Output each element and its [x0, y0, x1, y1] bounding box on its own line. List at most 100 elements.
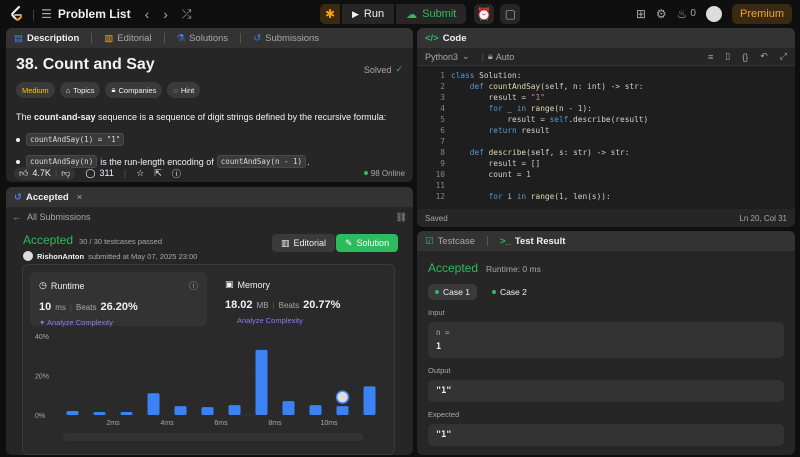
user-marker — [335, 390, 350, 404]
undo-icon[interactable]: ↶ — [760, 51, 768, 62]
avatar[interactable] — [705, 6, 722, 22]
cloud-upload-icon: ☁ — [406, 8, 418, 21]
divider: | — [272, 301, 275, 310]
chart-bar — [255, 349, 268, 415]
analyze-complexity-link[interactable]: Analyze Complexity — [237, 316, 387, 325]
tab-code[interactable]: </> Code — [425, 33, 467, 44]
braces-icon[interactable]: {} — [742, 52, 748, 62]
document-icon: ▤ — [14, 32, 23, 44]
submission-nav: ← All Submissions ⛓ — [6, 209, 413, 225]
shuffle-icon[interactable]: ⤮ — [182, 8, 192, 20]
hint-chip[interactable]: ◌ Hint — [167, 82, 201, 98]
fire-icon: ♨ — [676, 7, 688, 21]
like-button[interactable]: 👍︎ 4.7K | 👎︎ — [14, 166, 76, 180]
topics-chip[interactable]: ⌂ Topics — [59, 82, 101, 98]
tab-submissions[interactable]: ↺ Submissions — [253, 33, 319, 44]
tab-accepted[interactable]: ↺ Accepted × — [14, 192, 82, 203]
chart-bar — [336, 406, 349, 415]
check-circle-icon: ✓ — [395, 64, 403, 74]
next-problem-icon[interactable]: › — [163, 7, 168, 21]
star-icon[interactable]: ☆ — [136, 168, 144, 179]
divider: | — [54, 168, 58, 178]
analyze-complexity-link[interactable]: ✦ Analyze Complexity — [39, 318, 198, 327]
description-panel: ▤ Description ▥ Editorial ⚗ Solutions ↺ Subm… — [6, 28, 413, 182]
settings-icon[interactable]: ⚙ — [656, 8, 667, 20]
link-icon[interactable]: ⛓ — [396, 212, 407, 223]
output-box: "1" — [428, 380, 784, 402]
pass-dot — [435, 290, 439, 294]
list-icon[interactable]: ☰ — [41, 8, 52, 20]
info-icon[interactable]: ⓘ — [189, 279, 198, 292]
submission-status: Accepted — [23, 233, 74, 247]
premium-button[interactable]: Premium — [731, 4, 792, 24]
comments-button[interactable]: ◯ 311 — [85, 168, 113, 179]
online-dot — [363, 171, 368, 175]
x-tick-label: 8ms — [268, 420, 282, 427]
expected-box: "1" — [428, 424, 784, 446]
bullet — [16, 159, 20, 164]
problem-tags: Medium ⌂ Topics 🔒︎ Companies ◌ Hint — [16, 82, 403, 98]
x-tick-label: 6ms — [214, 420, 228, 427]
chart-bar — [174, 406, 187, 415]
x-tick-label: 4ms — [160, 420, 174, 427]
divider: | — [32, 7, 36, 21]
divider: | — [69, 303, 72, 312]
submit-button[interactable]: ☁ Submit — [396, 4, 467, 24]
code-editor[interactable]: 1 class Solution: 2 def countAndSay (self,… — [417, 66, 795, 209]
debug-button[interactable]: ✱ — [320, 4, 340, 24]
expand-icon[interactable]: ⤢ — [780, 51, 787, 62]
prev-problem-icon[interactable]: ‹ — [145, 7, 150, 21]
leetcode-logo[interactable] — [8, 5, 26, 23]
list-item: countAndSay(1) = "1" — [16, 133, 403, 146]
divider: | — [123, 168, 127, 178]
checkbox-icon: ☑ — [425, 235, 434, 247]
solution-button[interactable]: ✎ Solution — [336, 234, 399, 252]
bookmark-icon[interactable]: ▯ — [725, 51, 730, 62]
close-icon[interactable]: × — [77, 192, 83, 203]
run-button[interactable]: ▶ Run — [342, 4, 395, 24]
case-2-tab[interactable]: Case 2 — [485, 284, 534, 300]
editor-toolbar: Python3 ⌄ | 🔒︎ Auto ≡ ▯ {} ↶ ⤢ — [417, 48, 795, 66]
all-submissions-link[interactable]: All Submissions — [27, 212, 91, 222]
auto-mode[interactable]: 🔒︎ Auto — [488, 51, 514, 62]
language-select[interactable]: Python3 ⌄ — [425, 51, 470, 62]
tab-editorial[interactable]: ▥ Editorial — [104, 33, 151, 44]
code-icon: </> — [425, 32, 439, 44]
divider — [91, 33, 93, 43]
layout-icon[interactable]: ⊞ — [636, 8, 646, 20]
tab-solutions[interactable]: ⚗ Solutions — [177, 33, 229, 44]
memory-box[interactable]: ▣ Memory 18.02 MB | Beats 20.77% Analyze Comp… — [221, 272, 391, 326]
problem-title[interactable]: 38. Count and Say — [16, 56, 403, 74]
runtime-box[interactable]: ◷ Runtime ⓘ 10 ms | Beats 26.20% ✦ Analyze Com… — [30, 272, 207, 327]
online-count: 98 Online — [363, 169, 405, 178]
back-arrow-icon[interactable]: ← — [12, 212, 21, 222]
edit-icon: ✎ — [345, 237, 353, 248]
chevron-down-icon: ⌄ — [462, 51, 470, 61]
difficulty-badge: Medium — [16, 82, 55, 98]
chart-bar — [309, 405, 322, 415]
tab-testcase[interactable]: ☑ Testcase — [425, 236, 475, 247]
chart-bar — [93, 412, 106, 415]
case-1-tab[interactable]: Case 1 — [428, 284, 477, 300]
y-tick-label: 0% — [35, 413, 45, 420]
chart-bar — [282, 401, 295, 415]
flask-icon: ⚗ — [176, 32, 186, 44]
menu-icon[interactable]: ≡ — [708, 52, 713, 62]
tab-test-result[interactable]: >_ Test Result — [500, 236, 565, 247]
y-tick-label: 40% — [35, 334, 49, 341]
runtime-distribution-chart[interactable]: 40% 20% 0% 2ms 4ms 6ms 8ms 10ms — [23, 333, 394, 453]
pass-dot — [491, 290, 496, 294]
editorial-button[interactable]: ▥ Editorial — [272, 234, 336, 252]
companies-chip[interactable]: 🔒︎ Companies — [105, 82, 163, 98]
tab-description[interactable]: ▤ Description — [14, 33, 79, 44]
problem-list-link[interactable]: Problem List — [58, 7, 131, 21]
help-icon[interactable]: ⓘ — [172, 167, 181, 180]
timer-button[interactable]: ⏰ — [474, 4, 495, 24]
streak-counter[interactable]: ♨ 0 — [677, 8, 696, 20]
chart-bar — [201, 407, 214, 415]
notes-button[interactable]: ▢ — [500, 4, 521, 24]
share-icon[interactable]: ⇱ — [154, 168, 162, 179]
bullet — [16, 137, 20, 142]
solved-status: Solved ✓ — [363, 64, 403, 75]
alarm-icon: ⏰ — [476, 7, 492, 21]
